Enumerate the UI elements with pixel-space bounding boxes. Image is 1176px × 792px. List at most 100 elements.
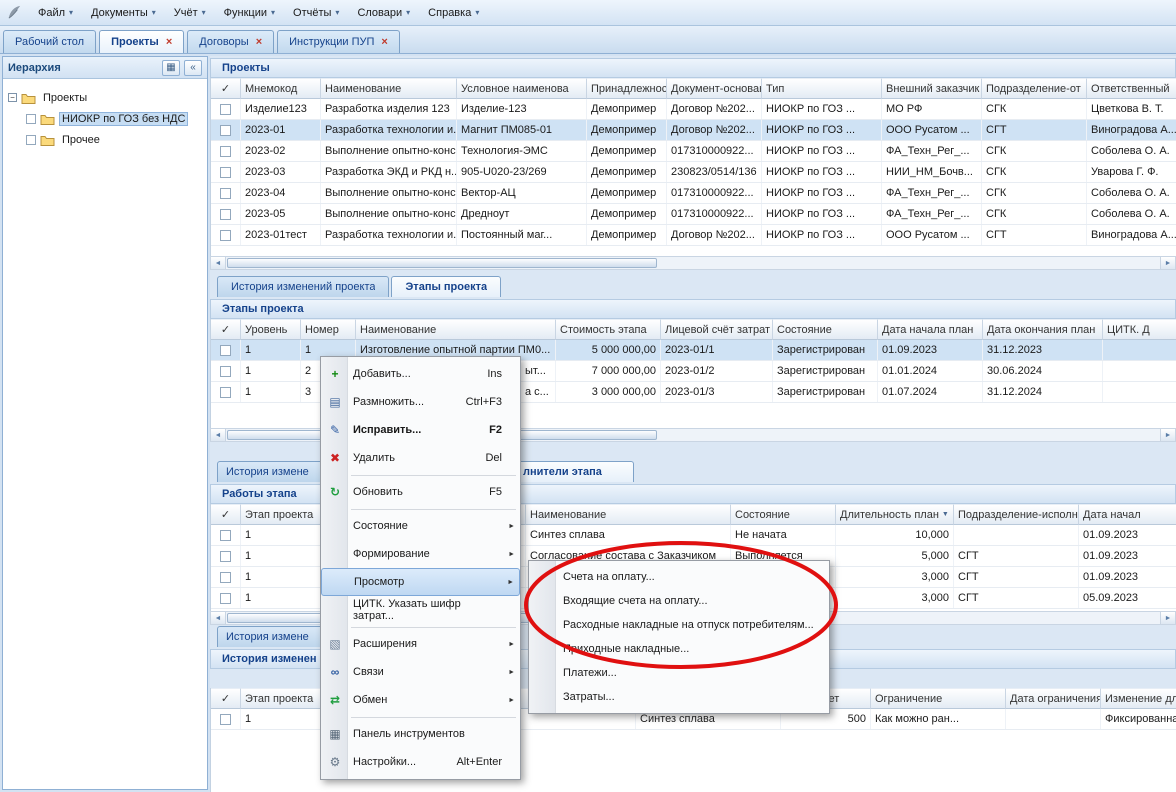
context-menu-item[interactable]: ⚙Настройки...Alt+Enter [321, 748, 520, 776]
column-header[interactable]: Лицевой счёт затрат [661, 319, 773, 340]
row-checkbox[interactable] [220, 167, 231, 178]
tree-checkbox[interactable] [26, 135, 36, 145]
menu-reports[interactable]: Отчёты▾ [284, 3, 348, 23]
column-header[interactable]: Внешний заказчик [882, 78, 982, 99]
column-header[interactable]: Состояние [773, 319, 878, 340]
submenu-item[interactable]: Счета на оплату... [529, 565, 829, 589]
tab-projects[interactable]: Проекты× [99, 30, 184, 53]
tab-project-history[interactable]: История изменений проекта [217, 276, 389, 297]
check-column-header[interactable]: ✓ [211, 319, 241, 340]
menu-file[interactable]: Файл▾ [29, 3, 82, 23]
table-row[interactable]: 2023-01тестРазработка технологии и...Пос… [211, 225, 1176, 246]
table-row[interactable]: 2023-03Разработка ЭКД и РКД н...905-U020… [211, 162, 1176, 183]
scroll-right-button[interactable]: ► [1160, 429, 1175, 441]
scroll-left-button[interactable]: ◄ [211, 612, 226, 624]
column-header[interactable]: Изменение длите... [1101, 688, 1176, 709]
table-row[interactable]: 2023-01Разработка технологии и...Магнит … [211, 120, 1176, 141]
row-checkbox[interactable] [220, 230, 231, 241]
column-header[interactable]: Подразделение-от [982, 78, 1087, 99]
context-menu-item[interactable]: ✖УдалитьDel [321, 444, 520, 472]
submenu-item[interactable]: Расходные накладные на отпуск потребител… [529, 613, 829, 637]
context-menu-item[interactable]: ✎Исправить...F2 [321, 416, 520, 444]
close-icon[interactable]: × [166, 37, 172, 48]
row-checkbox[interactable] [220, 209, 231, 220]
table-row[interactable]: 2023-05Выполнение опытно-конс...Дредноут… [211, 204, 1176, 225]
row-checkbox[interactable] [220, 188, 231, 199]
tree-checkbox[interactable] [26, 114, 36, 124]
row-checkbox[interactable] [220, 572, 231, 583]
tree-item-other[interactable]: Прочее [8, 129, 202, 150]
check-column-header[interactable]: ✓ [211, 504, 241, 525]
context-menu-item[interactable]: Состояние► [321, 512, 520, 540]
column-header[interactable]: Тип [762, 78, 882, 99]
column-header[interactable]: Номер [301, 319, 356, 340]
collapse-panel-button[interactable]: « [184, 60, 202, 76]
column-header[interactable]: Наименование [321, 78, 457, 99]
row-checkbox[interactable] [220, 551, 231, 562]
column-header[interactable]: Стоимость этапа [556, 319, 661, 340]
context-menu-item[interactable]: Просмотр► [321, 568, 520, 596]
column-header[interactable]: ЦИТК. Д [1103, 319, 1176, 340]
menu-functions[interactable]: Функции▾ [215, 3, 284, 23]
column-header[interactable]: Документ-основан [667, 78, 762, 99]
scroll-right-button[interactable]: ► [1160, 612, 1175, 624]
context-menu-item[interactable]: ЦИТК. Указать шифр затрат... [321, 596, 520, 624]
column-header[interactable]: Дата начала план [878, 319, 983, 340]
check-column-header[interactable]: ✓ [211, 688, 241, 709]
menu-dictionaries[interactable]: Словари▾ [348, 3, 419, 23]
tab-instructions[interactable]: Инструкции ПУП× [277, 30, 400, 53]
menu-accounting[interactable]: Учёт▾ [165, 3, 215, 23]
table-row[interactable]: Изделие123Разработка изделия 123Изделие-… [211, 99, 1176, 120]
row-checkbox[interactable] [220, 104, 231, 115]
row-checkbox[interactable] [220, 125, 231, 136]
column-header[interactable]: Подразделение-исполнитель.. [954, 504, 1079, 525]
tree-item-projects[interactable]: − Проекты [8, 87, 202, 108]
grid-view-icon[interactable]: ▦ [162, 60, 180, 76]
context-menu-item[interactable]: +Добавить...Ins [321, 360, 520, 388]
row-checkbox[interactable] [220, 593, 231, 604]
column-header[interactable]: Дата окончания план [983, 319, 1103, 340]
submenu-item[interactable]: Входящие счета на оплату... [529, 589, 829, 613]
context-menu-item[interactable]: ⇄Обмен► [321, 686, 520, 714]
close-icon[interactable]: × [381, 37, 387, 48]
row-checkbox[interactable] [220, 714, 231, 725]
context-menu-item[interactable]: Формирование► [321, 540, 520, 568]
menu-documents[interactable]: Документы▾ [82, 3, 165, 23]
context-menu-item[interactable]: ▦Панель инструментов [321, 720, 520, 748]
context-menu-item[interactable]: ↻ОбновитьF5 [321, 478, 520, 506]
column-header[interactable]: Мнемокод [241, 78, 321, 99]
column-header[interactable]: Принадлежность [587, 78, 667, 99]
column-header[interactable]: Этап проекта [241, 688, 331, 709]
submenu-item[interactable]: Платежи... [529, 661, 829, 685]
menu-help[interactable]: Справка▾ [419, 3, 488, 23]
scroll-right-button[interactable]: ► [1160, 257, 1175, 269]
expander-icon[interactable]: − [8, 93, 17, 102]
table-row[interactable]: 2023-04Выполнение опытно-конс...Вектор-А… [211, 183, 1176, 204]
column-header[interactable]: Наименование [526, 504, 731, 525]
row-checkbox[interactable] [220, 366, 231, 377]
close-icon[interactable]: × [256, 37, 262, 48]
column-header[interactable]: Ограничение [871, 688, 1006, 709]
tab-project-stages[interactable]: Этапы проекта [391, 276, 501, 297]
column-header[interactable]: Наименование [356, 319, 556, 340]
tree-item-niokr[interactable]: НИОКР по ГОЗ без НДС [8, 108, 202, 129]
table-row[interactable]: 2023-02Выполнение опытно-конс...Технолог… [211, 141, 1176, 162]
column-header[interactable]: Уровень [241, 319, 301, 340]
column-header[interactable]: Ответственный [1087, 78, 1176, 99]
scroll-left-button[interactable]: ◄ [211, 257, 226, 269]
column-header[interactable]: Условное наименова [457, 78, 587, 99]
context-menu-item[interactable]: ∞Связи► [321, 658, 520, 686]
row-checkbox[interactable] [220, 345, 231, 356]
row-checkbox[interactable] [220, 530, 231, 541]
submenu-item[interactable]: Затраты... [529, 685, 829, 709]
column-header[interactable]: Дата ограничения [1006, 688, 1101, 709]
submenu-item[interactable]: Приходные накладные... [529, 637, 829, 661]
scrollbar-thumb[interactable] [227, 258, 657, 268]
context-menu-item[interactable]: ▤Размножить...Ctrl+F3 [321, 388, 520, 416]
row-checkbox[interactable] [220, 146, 231, 157]
column-header[interactable]: Длительность план▼ [836, 504, 954, 525]
check-column-header[interactable]: ✓ [211, 78, 241, 99]
column-header[interactable]: Состояние [731, 504, 836, 525]
scroll-left-button[interactable]: ◄ [211, 429, 226, 441]
column-header[interactable]: Дата начал [1079, 504, 1176, 525]
